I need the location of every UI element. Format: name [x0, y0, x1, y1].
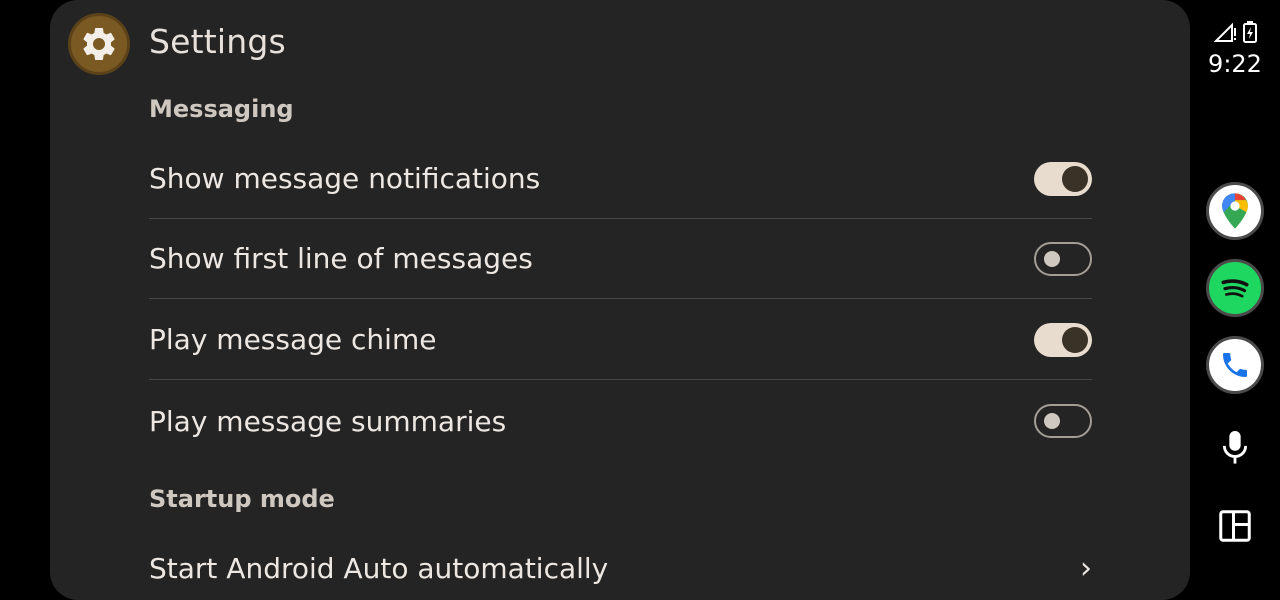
toggle-knob	[1062, 165, 1088, 192]
clock: 9:22	[1208, 50, 1262, 78]
toggle-knob	[1044, 250, 1060, 267]
setting-row-start-android-auto[interactable]: Start Android Auto automatically ›	[149, 528, 1092, 600]
google-maps-app[interactable]	[1206, 182, 1264, 240]
google-maps-icon	[1222, 193, 1248, 229]
microphone-icon	[1222, 431, 1248, 464]
setting-row-play-message-summaries[interactable]: Play message summaries	[149, 381, 1092, 461]
dashboard-layout-icon	[1219, 510, 1251, 542]
microphone-button[interactable]	[1215, 428, 1255, 468]
setting-row-show-first-line[interactable]: Show first line of messages	[149, 219, 1092, 299]
gear-icon	[83, 27, 115, 60]
phone-icon	[1223, 353, 1247, 377]
toggle-knob	[1062, 326, 1088, 353]
setting-label: Show first line of messages	[149, 242, 533, 275]
battery-icon	[1242, 21, 1257, 43]
setting-label: Play message chime	[149, 323, 437, 356]
section-header-messaging: Messaging	[149, 95, 294, 123]
chevron-right-icon: ›	[1080, 550, 1092, 586]
settings-app-icon	[68, 13, 130, 75]
phone-app[interactable]	[1206, 336, 1264, 394]
status-bar: 9:22	[1190, 20, 1280, 78]
toggle-switch[interactable]	[1034, 241, 1092, 276]
toggle-switch[interactable]	[1034, 404, 1092, 438]
section-header-startup-mode: Startup mode	[149, 485, 335, 513]
app-rail: 9:22	[1190, 0, 1280, 576]
page-title: Settings	[149, 22, 286, 61]
setting-label: Start Android Auto automatically	[149, 551, 609, 585]
status-icons	[1190, 20, 1280, 48]
setting-row-show-message-notifications[interactable]: Show message notifications	[149, 139, 1092, 219]
spotify-app[interactable]	[1206, 259, 1264, 317]
signal-icon	[1214, 22, 1237, 42]
setting-label: Show message notifications	[149, 162, 541, 195]
spotify-icon	[1221, 279, 1249, 298]
toggle-knob	[1044, 413, 1060, 429]
dashboard-layout-button[interactable]	[1215, 506, 1255, 546]
setting-label: Play message summaries	[149, 404, 507, 438]
toggle-switch[interactable]	[1034, 161, 1092, 196]
setting-row-play-message-chime[interactable]: Play message chime	[149, 300, 1092, 380]
toggle-switch[interactable]	[1034, 322, 1092, 357]
settings-panel: Settings Messaging Show message notifica…	[50, 0, 1190, 600]
